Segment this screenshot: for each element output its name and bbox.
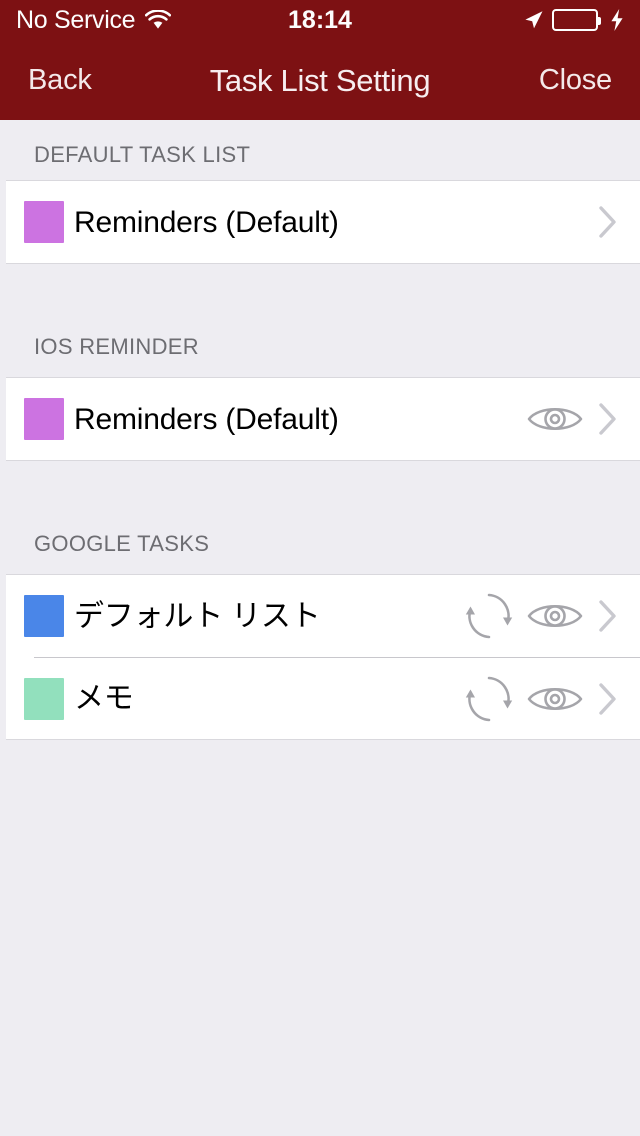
section-gap — [0, 461, 640, 514]
section-ios-reminder: IOS REMINDER Reminders (Default) — [0, 317, 640, 461]
section-header-ios-reminder: IOS REMINDER — [0, 317, 640, 377]
battery-full-icon — [552, 9, 601, 31]
sync-refresh-icon[interactable] — [456, 666, 522, 732]
color-swatch — [24, 595, 64, 637]
row-accessories — [588, 189, 628, 255]
color-swatch — [24, 398, 64, 440]
color-swatch — [24, 677, 64, 720]
chevron-right-icon[interactable] — [588, 583, 628, 649]
list-name-label: メモ — [74, 682, 134, 715]
wifi-icon — [145, 9, 172, 30]
section-gap — [0, 264, 640, 317]
chevron-right-icon[interactable] — [588, 666, 628, 732]
section-card-default-task-list: Reminders (Default) — [6, 180, 640, 264]
status-bar: No Service 18:14 — [0, 0, 640, 40]
close-button[interactable]: Close — [539, 65, 612, 95]
sync-refresh-icon[interactable] — [456, 583, 522, 649]
task-list-settings-table: DEFAULT TASK LIST Reminders (Default) IO… — [0, 120, 640, 1136]
section-header-default-task-list: DEFAULT TASK LIST — [0, 120, 640, 180]
location-arrow-icon — [522, 9, 544, 31]
section-card-ios-reminder: Reminders (Default) — [6, 377, 640, 461]
table-row[interactable]: デフォルト リスト — [6, 575, 640, 657]
list-name-label: Reminders (Default) — [74, 205, 339, 239]
section-header-google-tasks: GOOGLE TASKS — [0, 514, 640, 574]
table-row[interactable]: Reminders (Default) — [6, 378, 640, 460]
color-swatch — [24, 201, 64, 243]
carrier-label: No Service — [16, 5, 136, 34]
eye-visibility-icon[interactable] — [522, 386, 588, 452]
list-name-label: Reminders (Default) — [74, 402, 339, 436]
eye-visibility-icon[interactable] — [522, 666, 588, 732]
table-row[interactable]: Reminders (Default) — [6, 181, 640, 263]
status-bar-right — [522, 9, 624, 31]
section-default-task-list: DEFAULT TASK LIST Reminders (Default) — [0, 120, 640, 264]
section-card-google-tasks: デフォルト リスト メモ — [6, 574, 640, 740]
back-button[interactable]: Back — [28, 65, 92, 95]
chevron-right-icon[interactable] — [588, 386, 628, 452]
navigation-bar: Back Task List Setting Close — [0, 40, 640, 120]
table-row[interactable]: メモ — [6, 657, 640, 739]
status-bar-left: No Service — [16, 5, 172, 34]
row-accessories — [522, 386, 628, 452]
list-name-label: デフォルト リスト — [74, 599, 321, 633]
eye-visibility-icon[interactable] — [522, 583, 588, 649]
chevron-right-icon[interactable] — [588, 189, 628, 255]
row-accessories — [456, 666, 628, 732]
lightning-bolt-icon — [606, 9, 624, 31]
row-accessories — [456, 583, 628, 649]
section-google-tasks: GOOGLE TASKS デフォルト リスト メモ — [0, 514, 640, 740]
